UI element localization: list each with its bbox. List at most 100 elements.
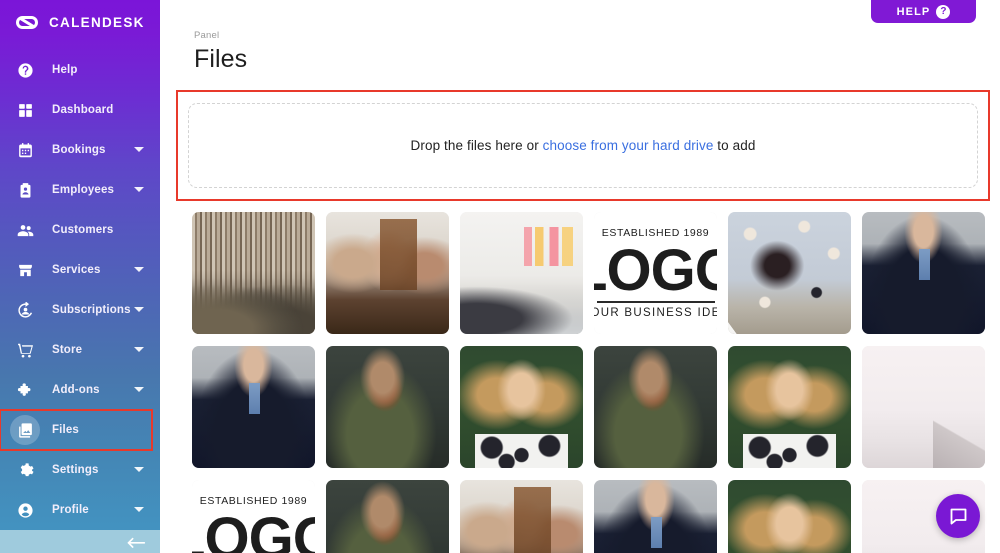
thumbnail-image	[594, 480, 717, 553]
puzzle-piece-icon	[10, 375, 40, 405]
sidebar-item-customers[interactable]: Customers	[0, 210, 160, 250]
file-thumb-man-in-suit-2[interactable]	[192, 346, 315, 468]
file-thumb-smiling-woman[interactable]	[460, 346, 583, 468]
dropzone-highlight-box: Drop the files here or choose from your …	[176, 90, 990, 201]
arrow-left-icon[interactable]	[126, 536, 146, 548]
logo-word-text: LOGO	[594, 243, 717, 298]
sidebar-item-files[interactable]: Files	[0, 410, 152, 450]
brand-name: CALENDESK	[49, 15, 145, 30]
chevron-down-icon[interactable]	[134, 347, 144, 352]
people-icon	[10, 215, 40, 245]
thumbnail-image	[728, 480, 851, 553]
sidebar-item-services[interactable]: Services	[0, 250, 160, 290]
storefront-icon	[10, 255, 40, 285]
thumbnail-image: ESTABLISHED 1989 LOGO YOUR BUSINESS IDEA	[192, 480, 315, 553]
dropzone-text-after: to add	[713, 138, 755, 153]
sidebar-item-label: Subscriptions	[52, 304, 131, 316]
sidebar-item-label: Help	[52, 64, 78, 76]
breadcrumb: Panel	[194, 30, 1000, 41]
sidebar-menu: Help Dashboard Bookings Employees	[0, 50, 160, 530]
user-circle-icon	[10, 495, 40, 525]
calendar-icon	[10, 135, 40, 165]
chevron-down-icon[interactable]	[134, 307, 144, 312]
chevron-down-icon[interactable]	[134, 387, 144, 392]
sidebar-item-label: Customers	[52, 224, 113, 236]
sidebar-item-label: Add-ons	[52, 384, 100, 396]
thumbnail-image	[862, 346, 985, 468]
logo-word-text: LOGO	[192, 511, 315, 553]
file-thumb-row3-b[interactable]	[326, 480, 449, 553]
file-thumb-bearded-man[interactable]	[326, 346, 449, 468]
chevron-down-icon[interactable]	[134, 187, 144, 192]
brand-logo[interactable]: CALENDESK	[0, 0, 160, 44]
sidebar-item-dashboard[interactable]: Dashboard	[0, 90, 160, 130]
help-button-label: HELP	[897, 6, 931, 18]
dropzone-text-before: Drop the files here or	[411, 138, 543, 153]
file-thumb-row3-c[interactable]	[460, 480, 583, 553]
choose-file-link[interactable]: choose from your hard drive	[543, 138, 714, 153]
sidebar-item-settings[interactable]: Settings	[0, 450, 160, 490]
chat-bubble-icon	[948, 506, 969, 527]
file-thumb-team-meeting[interactable]	[326, 212, 449, 334]
sidebar-item-label: Services	[52, 264, 101, 276]
sidebar-item-subscriptions[interactable]: Subscriptions	[0, 290, 160, 330]
thumbnail-image	[728, 346, 851, 468]
file-thumb-foggy-mountain[interactable]	[862, 346, 985, 468]
id-badge-icon	[10, 175, 40, 205]
thumbnail-image	[460, 480, 583, 553]
calendesk-infinity-logo-icon	[14, 14, 40, 31]
main-content: HELP ? Panel Files Drop the files here o…	[160, 0, 1000, 553]
chevron-down-icon[interactable]	[134, 267, 144, 272]
sidebar-navigation: CALENDESK Help Dashboard Bookings	[0, 0, 160, 553]
logo-divider	[597, 301, 715, 303]
dropzone-text: Drop the files here or choose from your …	[411, 138, 756, 153]
sidebar-item-label: Store	[52, 344, 82, 356]
gear-icon	[10, 455, 40, 485]
logo-tagline-text: YOUR BUSINESS IDEA	[594, 307, 717, 319]
sidebar-item-label: Bookings	[52, 144, 106, 156]
file-thumb-whiteboard-workshop[interactable]	[460, 212, 583, 334]
thumbnail-image	[460, 346, 583, 468]
thumbnail-image	[728, 212, 851, 334]
chevron-down-icon[interactable]	[134, 147, 144, 152]
sidebar-item-bookings[interactable]: Bookings	[0, 130, 160, 170]
thumbnail-image	[326, 346, 449, 468]
question-mark-circle-icon: ?	[936, 5, 950, 19]
file-thumb-row3-d[interactable]	[594, 480, 717, 553]
file-grid: ESTABLISHED 1989 LOGO YOUR BUSINESS IDEA	[192, 212, 1000, 553]
sidebar-item-store[interactable]: Store	[0, 330, 160, 370]
sidebar-item-employees[interactable]: Employees	[0, 170, 160, 210]
sidebar-item-label: Settings	[52, 464, 99, 476]
sidebar-item-profile[interactable]: Profile	[0, 490, 160, 530]
chat-widget-button[interactable]	[936, 494, 980, 538]
shopping-cart-icon	[10, 335, 40, 365]
thumbnail-image	[326, 480, 449, 553]
sidebar-item-label: Profile	[52, 504, 89, 516]
chevron-down-icon[interactable]	[134, 467, 144, 472]
file-thumb-bearded-man-2[interactable]	[594, 346, 717, 468]
sidebar-item-add-ons[interactable]: Add-ons	[0, 370, 160, 410]
file-dropzone[interactable]: Drop the files here or choose from your …	[188, 103, 978, 188]
file-thumb-library-study[interactable]	[192, 212, 315, 334]
chevron-down-icon[interactable]	[134, 507, 144, 512]
help-circle-icon	[10, 55, 40, 85]
file-thumb-smiling-woman-2[interactable]	[728, 346, 851, 468]
sidebar-item-label: Employees	[52, 184, 114, 196]
thumbnail-image	[192, 212, 315, 334]
thumbnail-image	[862, 212, 985, 334]
subscription-refresh-icon	[10, 295, 40, 325]
file-thumb-logo-established[interactable]: ESTABLISHED 1989 LOGO YOUR BUSINESS IDEA	[594, 212, 717, 334]
thumbnail-image: ESTABLISHED 1989 LOGO YOUR BUSINESS IDEA	[594, 212, 717, 334]
file-thumb-row3-e[interactable]	[728, 480, 851, 553]
page-title: Files	[194, 45, 1000, 74]
file-thumb-logo-established-2[interactable]: ESTABLISHED 1989 LOGO YOUR BUSINESS IDEA	[192, 480, 315, 553]
application-window: CALENDESK Help Dashboard Bookings	[0, 0, 1000, 553]
file-thumb-man-in-suit[interactable]	[862, 212, 985, 334]
sidebar-item-help[interactable]: Help	[0, 50, 160, 90]
file-thumb-flying-books[interactable]	[728, 212, 851, 334]
sidebar-collapse-bar[interactable]	[0, 530, 160, 553]
help-button[interactable]: HELP ?	[871, 0, 976, 23]
thumbnail-image	[594, 346, 717, 468]
thumbnail-image	[460, 212, 583, 334]
grid-dashboard-icon	[10, 95, 40, 125]
